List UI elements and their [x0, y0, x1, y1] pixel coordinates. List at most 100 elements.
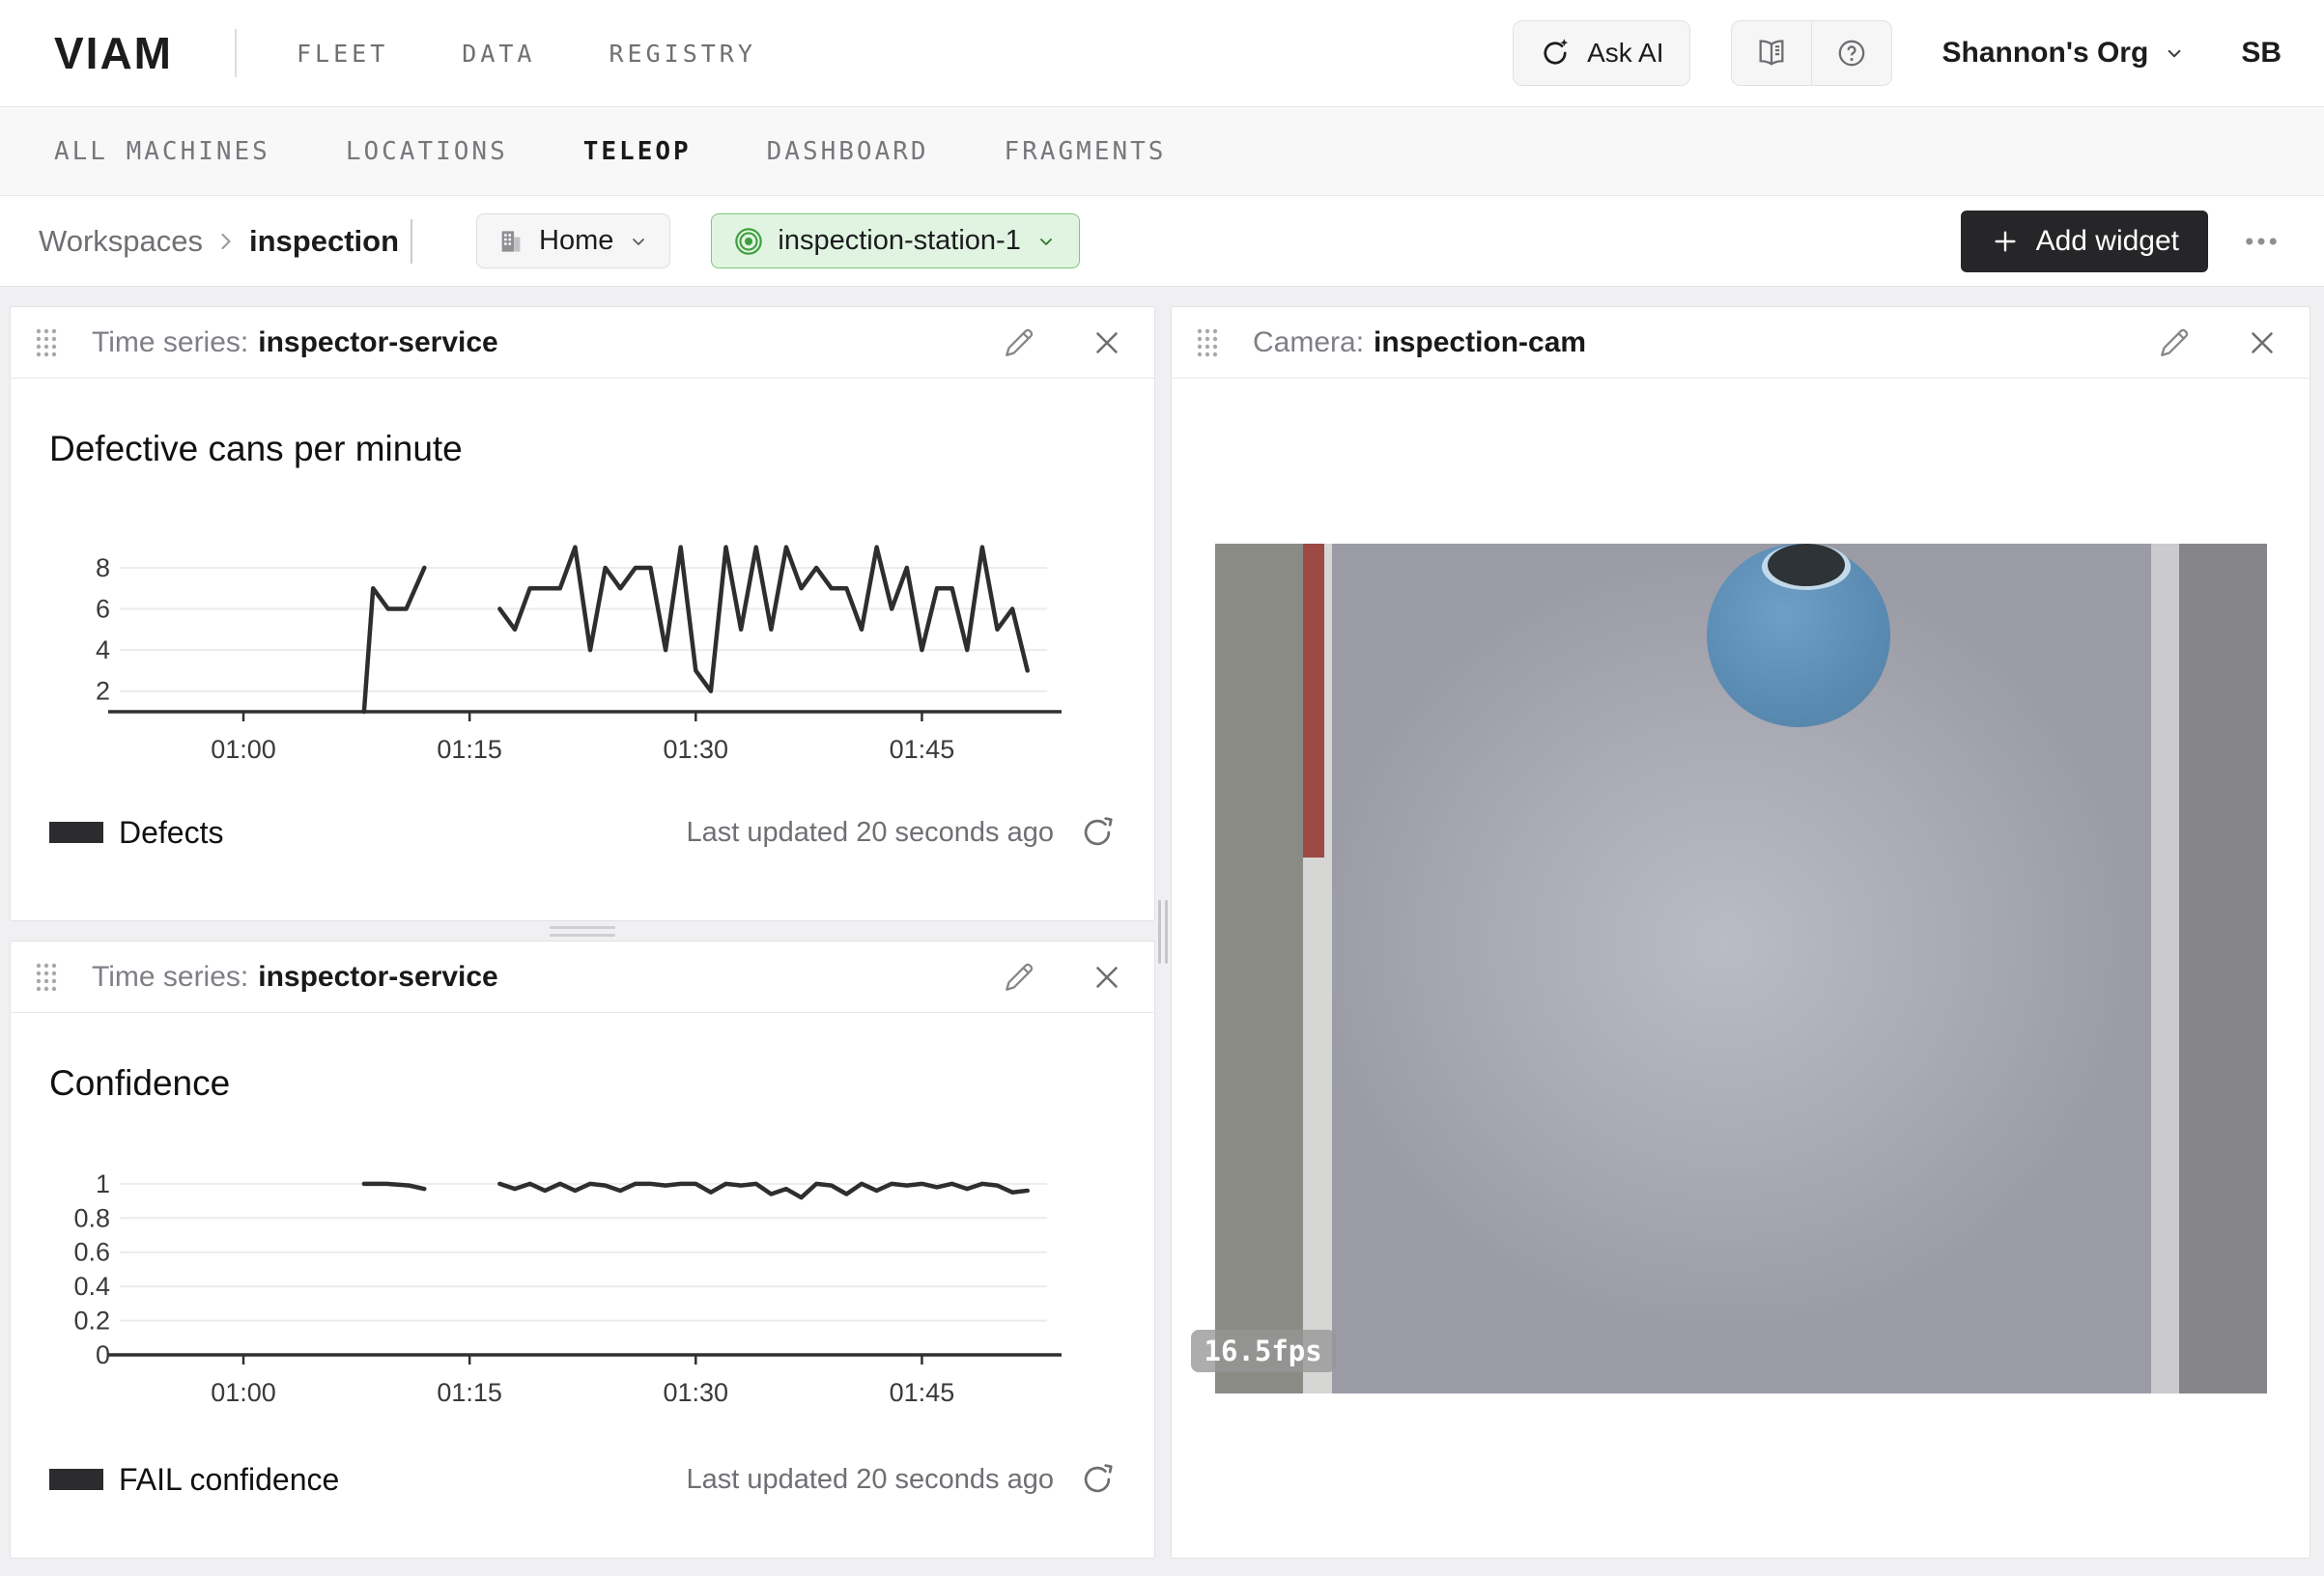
widget-type-label: Time series:	[92, 961, 248, 994]
add-widget-label: Add widget	[2036, 225, 2179, 258]
machine-selector-button[interactable]: inspection-station-1	[711, 213, 1079, 268]
tab-dashboard[interactable]: DASHBOARD	[767, 137, 929, 166]
question-circle-icon	[1835, 37, 1868, 70]
refresh-button[interactable]	[1079, 1461, 1116, 1498]
avatar[interactable]: SB	[2241, 37, 2281, 70]
refresh-button[interactable]	[1079, 814, 1116, 851]
machine-selector-label: inspection-station-1	[778, 225, 1020, 257]
close-icon	[1089, 959, 1125, 996]
docs-button[interactable]	[1732, 21, 1811, 85]
chart-title: Confidence	[49, 1063, 1116, 1104]
svg-text:8: 8	[96, 553, 110, 582]
drag-handle-icon[interactable]	[1195, 326, 1220, 359]
ask-ai-label: Ask AI	[1587, 38, 1663, 69]
top-nav: FLEET DATA REGISTRY	[297, 40, 756, 68]
workspace-selector-button[interactable]: Home	[476, 213, 670, 268]
camera-frame-image	[1215, 544, 2267, 1393]
building-icon	[496, 227, 525, 256]
pencil-icon	[2157, 325, 2192, 360]
chart-legend-row: Defects Last updated 20 seconds ago	[49, 814, 1116, 851]
tab-teleop[interactable]: TELEOP	[583, 137, 692, 166]
help-button[interactable]	[1811, 21, 1891, 85]
help-group	[1731, 20, 1892, 86]
widget-source-name: inspection-cam	[1374, 326, 1586, 359]
ellipsis-icon	[2241, 221, 2281, 262]
topbar-right: Ask AI Shannon's Org SB	[1513, 20, 2281, 86]
widget-type-label: Camera:	[1253, 326, 1364, 359]
chart-title: Defective cans per minute	[49, 429, 1116, 469]
edit-widget-button[interactable]	[1002, 325, 1036, 360]
nav-item-data[interactable]: DATA	[462, 40, 535, 68]
row-resize-handle[interactable]	[10, 921, 1155, 941]
widget-camera: Camera: inspection-cam	[1171, 306, 2310, 1559]
svg-text:0.6: 0.6	[73, 1238, 110, 1267]
close-widget-button[interactable]	[1089, 959, 1125, 996]
edit-widget-button[interactable]	[2157, 325, 2192, 360]
add-widget-button[interactable]: Add widget	[1961, 211, 2208, 272]
column-resize-handle[interactable]	[1158, 900, 1168, 964]
conveyor-left-band	[1215, 544, 1303, 1393]
nav-item-fleet[interactable]: FLEET	[297, 40, 388, 68]
top-bar: VIAM FLEET DATA REGISTRY Ask AI	[0, 0, 2324, 107]
conveyor-right-band	[2179, 544, 2267, 1393]
svg-text:01:45: 01:45	[890, 1378, 955, 1407]
svg-text:1: 1	[96, 1169, 110, 1198]
svg-text:01:15: 01:15	[437, 1378, 502, 1407]
tab-all-machines[interactable]: ALL MACHINES	[54, 137, 270, 166]
widget-body: Defective cans per minute 246801:0001:15…	[11, 429, 1154, 851]
drag-handle-icon[interactable]	[34, 326, 59, 359]
confidence-line-chart: 00.20.40.60.8101:0001:1501:3001:45	[67, 1160, 1096, 1419]
breadcrumb-workspace-name[interactable]: inspection	[249, 224, 399, 259]
fleet-tab-bar: ALL MACHINES LOCATIONS TELEOP DASHBOARD …	[0, 107, 2324, 196]
tab-fragments[interactable]: FRAGMENTS	[1005, 137, 1167, 166]
breadcrumb-workspaces[interactable]: Workspaces	[39, 224, 203, 259]
drag-handle-icon[interactable]	[34, 961, 59, 994]
edit-widget-button[interactable]	[1002, 960, 1036, 995]
svg-text:01:30: 01:30	[664, 1378, 729, 1407]
org-switcher[interactable]: Shannon's Org	[1942, 37, 2188, 70]
svg-text:01:15: 01:15	[437, 735, 502, 764]
camera-body: 16.5fps	[1172, 379, 2310, 1558]
widget-header: Time series: inspector-service	[11, 942, 1154, 1013]
last-updated-text: Last updated 20 seconds ago	[686, 1464, 1054, 1496]
chevron-right-icon	[213, 228, 240, 255]
pencil-icon	[1002, 325, 1036, 360]
widget-body: Confidence 00.20.40.60.8101:0001:1501:30…	[11, 1063, 1154, 1498]
refresh-icon	[1079, 814, 1116, 851]
svg-text:0.2: 0.2	[73, 1307, 110, 1336]
svg-text:01:00: 01:00	[211, 1378, 276, 1407]
last-updated-text: Last updated 20 seconds ago	[686, 817, 1054, 849]
more-menu-button[interactable]	[2241, 221, 2281, 262]
widget-header: Time series: inspector-service	[11, 307, 1154, 379]
widget-type-label: Time series:	[92, 326, 248, 359]
svg-text:01:00: 01:00	[211, 735, 276, 764]
svg-text:01:30: 01:30	[664, 735, 729, 764]
chevron-down-icon	[2162, 41, 2187, 66]
tab-locations[interactable]: LOCATIONS	[346, 137, 508, 166]
camera-feed: 16.5fps	[1215, 544, 2267, 1393]
pencil-icon	[1002, 960, 1036, 995]
red-marker-bar	[1303, 544, 1324, 858]
can-opening	[1768, 544, 1845, 586]
close-widget-button[interactable]	[2244, 324, 2281, 361]
refresh-sparkle-icon	[1539, 37, 1572, 70]
svg-text:0: 0	[96, 1340, 110, 1369]
column-gutter	[1155, 306, 1171, 1559]
svg-text:2: 2	[96, 677, 110, 706]
legend-label: FAIL confidence	[119, 1462, 339, 1498]
logo-divider	[235, 29, 237, 77]
viam-logo[interactable]: VIAM	[54, 27, 173, 79]
book-icon	[1755, 37, 1788, 70]
left-column: Time series: inspector-service	[10, 306, 1155, 1559]
nav-item-registry[interactable]: REGISTRY	[609, 40, 755, 68]
radar-target-icon	[733, 226, 764, 257]
chevron-down-icon	[1034, 230, 1058, 253]
svg-text:01:45: 01:45	[890, 735, 955, 764]
widget-source-name: inspector-service	[258, 326, 497, 359]
svg-text:0.4: 0.4	[73, 1272, 110, 1301]
widget-timeseries-defects: Time series: inspector-service	[10, 306, 1155, 921]
ask-ai-button[interactable]: Ask AI	[1513, 20, 1689, 86]
close-widget-button[interactable]	[1089, 324, 1125, 361]
close-icon	[1089, 324, 1125, 361]
close-icon	[2244, 324, 2281, 361]
